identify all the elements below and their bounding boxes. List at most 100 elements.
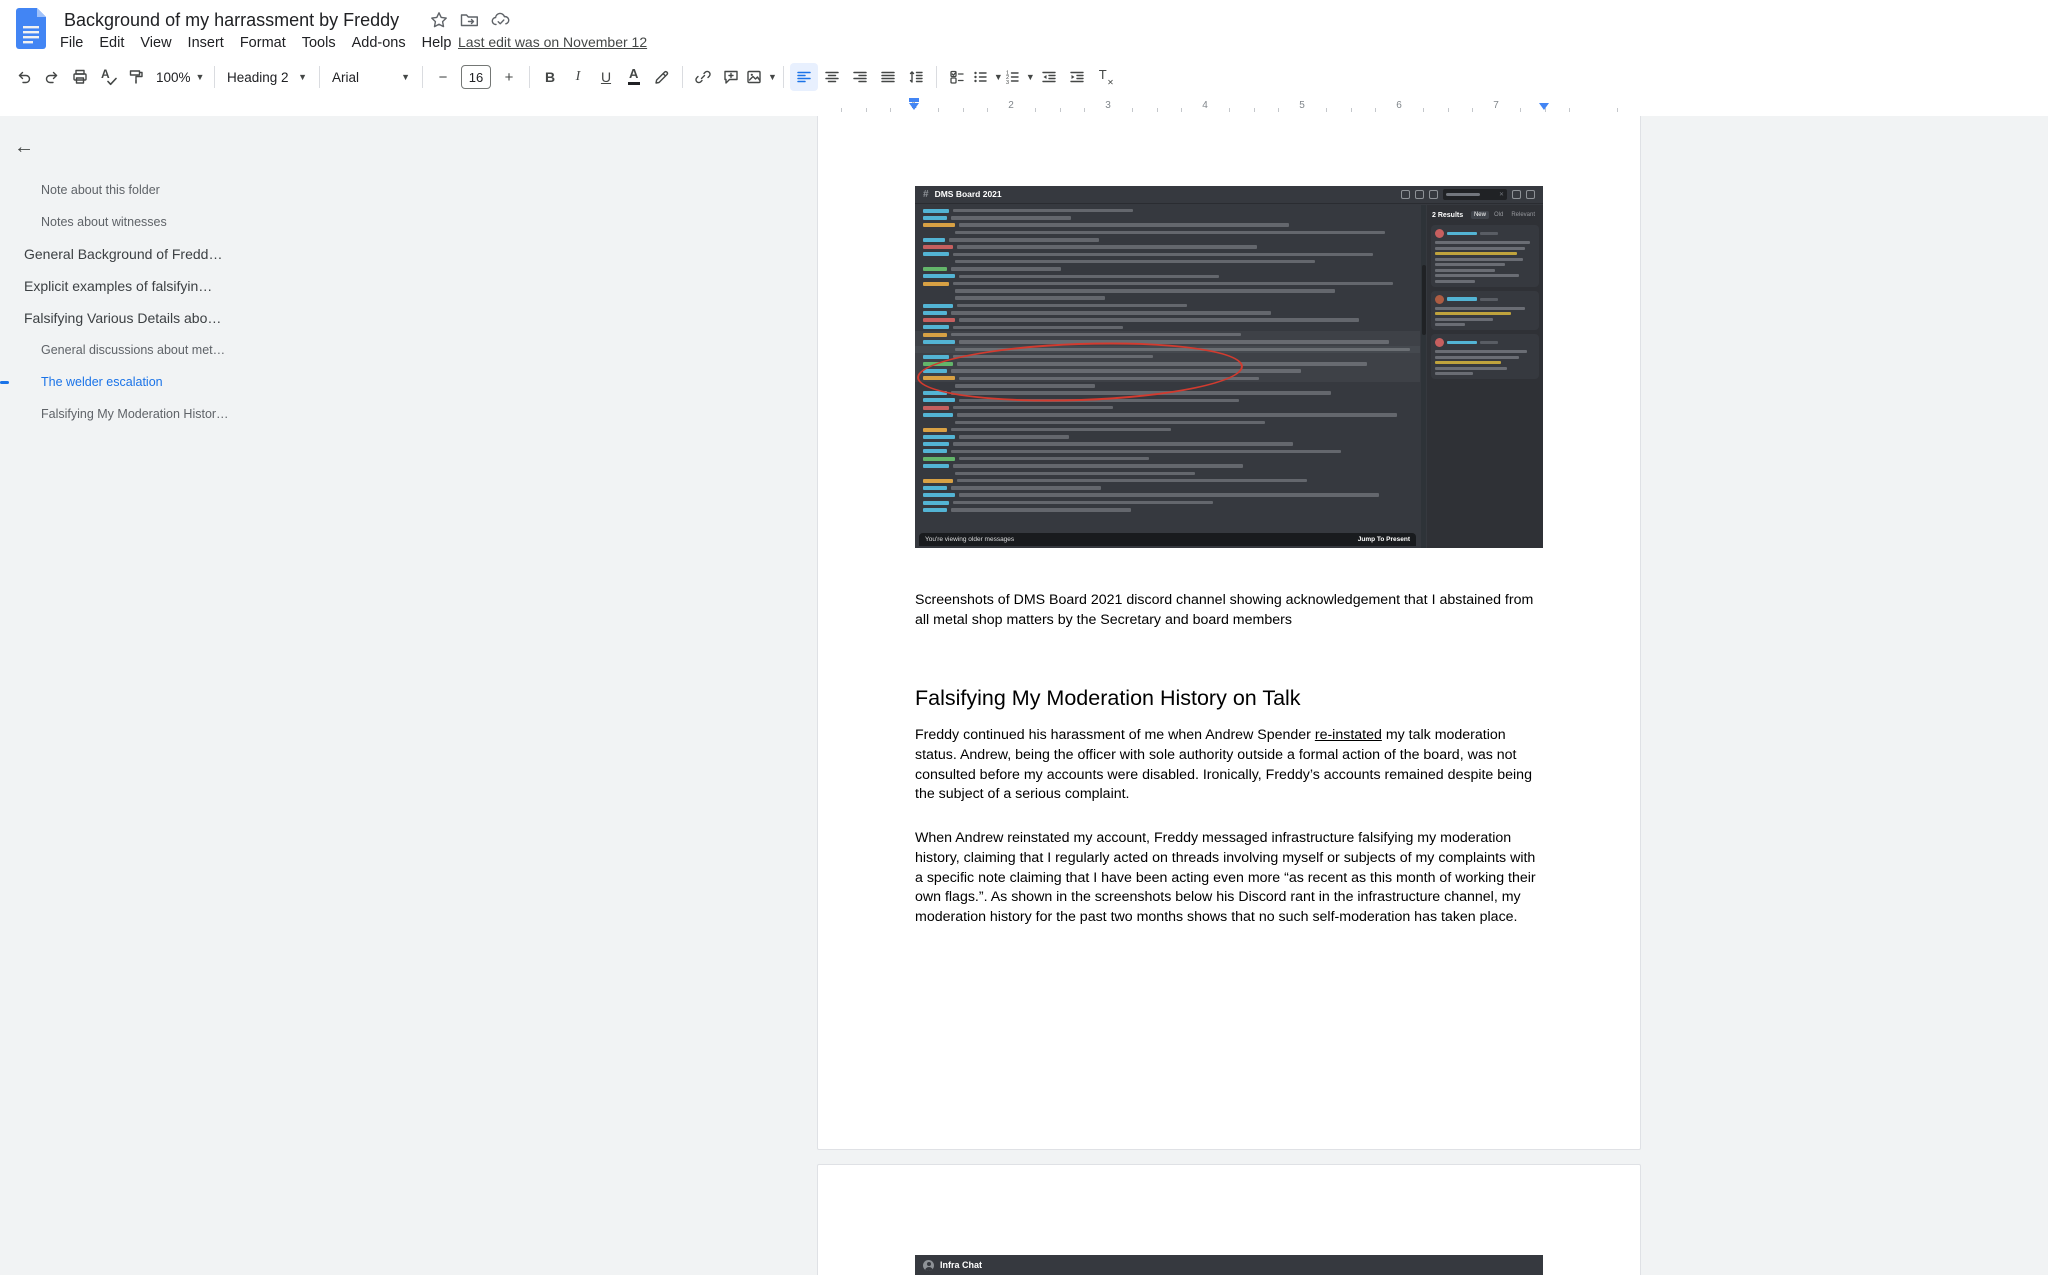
star-icon[interactable]: [430, 11, 448, 29]
discord-message-row: [915, 462, 1420, 469]
print-button[interactable]: [66, 63, 94, 91]
left-indent-marker[interactable]: [909, 103, 919, 110]
checklist-icon: [948, 68, 966, 86]
insert-image-button[interactable]: ▼: [745, 63, 777, 91]
outline-item[interactable]: Note about this folder: [0, 174, 420, 206]
message-text-bar: [953, 442, 1293, 446]
message-text-bar: [959, 223, 1289, 227]
outline-item[interactable]: Notes about witnesses: [0, 206, 420, 238]
decrease-indent-icon: [1040, 68, 1058, 86]
ruler-tick: [1035, 108, 1036, 112]
username-bar: [923, 333, 947, 337]
discord-message-row: [915, 470, 1420, 477]
increase-indent-button[interactable]: [1063, 63, 1091, 91]
outline-item[interactable]: Falsifying Various Details abo…: [0, 302, 420, 334]
italic-button[interactable]: I: [564, 63, 592, 91]
redo-button[interactable]: [38, 63, 66, 91]
menu-tools[interactable]: Tools: [294, 33, 344, 53]
paint-format-icon: [127, 68, 145, 86]
outline-item[interactable]: Falsifying My Moderation Histor…: [0, 398, 420, 430]
menu-format[interactable]: Format: [232, 33, 294, 53]
align-right-button[interactable]: [846, 63, 874, 91]
avatar: [1435, 295, 1444, 304]
add-comment-button[interactable]: [717, 63, 745, 91]
message-text-bar: [951, 486, 1101, 490]
menu-help[interactable]: Help: [414, 33, 460, 53]
text-color-button[interactable]: A: [620, 63, 648, 91]
line-spacing-icon: [907, 68, 925, 86]
bulleted-list-button[interactable]: ▼: [971, 63, 1003, 91]
italic-icon: I: [576, 69, 581, 85]
message-text-bar: [959, 340, 1389, 344]
outline-item[interactable]: General discussions about met…: [0, 334, 420, 366]
discord-screenshot-image[interactable]: # DMS Board 2021 ✕: [915, 186, 1543, 548]
first-line-indent-marker[interactable]: [909, 98, 919, 102]
body-paragraph[interactable]: Freddy continued his harassment of me wh…: [915, 726, 1543, 805]
ruler-tick: [1351, 108, 1352, 112]
discord-chat-area: You're viewing older messages Jump To Pr…: [915, 205, 1420, 548]
increase-font-size-button[interactable]: +: [495, 63, 523, 91]
align-center-button[interactable]: [818, 63, 846, 91]
right-indent-marker[interactable]: [1539, 103, 1549, 110]
body-paragraph[interactable]: When Andrew reinstated my account, Fredd…: [915, 829, 1543, 928]
zoom-select[interactable]: 100%▼: [150, 63, 208, 91]
decrease-font-size-button[interactable]: −: [429, 63, 457, 91]
line-spacing-button[interactable]: [902, 63, 930, 91]
paint-format-button[interactable]: [122, 63, 150, 91]
decrease-indent-button[interactable]: [1035, 63, 1063, 91]
align-left-button[interactable]: [790, 63, 818, 91]
document-page-2[interactable]: Infra Chat: [817, 1164, 1641, 1275]
checklist-button[interactable]: [943, 63, 971, 91]
message-text-bar: [1435, 274, 1519, 277]
close-icon: ✕: [1499, 192, 1504, 198]
document-page-1[interactable]: # DMS Board 2021 ✕: [817, 116, 1641, 1150]
font-size-input[interactable]: 16: [461, 65, 491, 89]
highlight-color-button[interactable]: [648, 63, 676, 91]
underline-button[interactable]: U: [592, 63, 620, 91]
infra-chat-screenshot-image[interactable]: Infra Chat: [915, 1255, 1543, 1275]
toolbar-divider: [214, 66, 215, 88]
last-edit-link[interactable]: Last edit was on November 12: [458, 34, 647, 50]
discord-message-row: [915, 324, 1420, 331]
outline-item[interactable]: Explicit examples of falsifyin…: [0, 270, 420, 302]
cloud-saved-icon[interactable]: [491, 11, 511, 29]
image-caption[interactable]: Screenshots of DMS Board 2021 discord ch…: [915, 591, 1543, 631]
ruler-tick: [938, 108, 939, 112]
clear-formatting-button[interactable]: T✕: [1091, 63, 1119, 91]
outline-item[interactable]: General Background of Fredd…: [0, 238, 420, 270]
menu-view[interactable]: View: [132, 33, 179, 53]
menu-edit[interactable]: Edit: [91, 33, 132, 53]
spellcheck-button[interactable]: A: [94, 63, 122, 91]
message-text-bar: [957, 413, 1397, 417]
document-title[interactable]: Background of my harrassment by Freddy: [64, 10, 399, 31]
discord-message-row: [915, 477, 1420, 484]
discord-message-row: [915, 484, 1420, 491]
message-text-bar: [955, 421, 1265, 425]
username-bar: [923, 318, 955, 322]
paragraph-style-select[interactable]: Heading 2▼: [221, 63, 313, 91]
justify-button[interactable]: [874, 63, 902, 91]
docs-logo-icon[interactable]: [16, 8, 46, 54]
font-family-select[interactable]: Arial▼: [326, 63, 416, 91]
discord-search-cards: [1431, 225, 1539, 379]
move-folder-icon[interactable]: [460, 11, 479, 29]
numbered-list-button[interactable]: 123 ▼: [1003, 63, 1035, 91]
underlined-text: re-instated: [1315, 727, 1382, 743]
outline-item[interactable]: The welder escalation: [0, 366, 420, 398]
menu-file[interactable]: File: [52, 33, 91, 53]
message-text-bar: [951, 267, 1061, 271]
infra-chat-header: Infra Chat: [915, 1255, 1543, 1275]
older-messages-text: You're viewing older messages: [925, 536, 1014, 543]
justify-icon: [879, 68, 897, 86]
menu-addons[interactable]: Add-ons: [344, 33, 414, 53]
close-outline-button[interactable]: ←: [14, 136, 34, 159]
bold-button[interactable]: B: [536, 63, 564, 91]
discord-message-row: [915, 419, 1420, 426]
undo-button[interactable]: [10, 63, 38, 91]
message-text-bar: [955, 260, 1315, 264]
section-heading[interactable]: Falsifying My Moderation History on Talk: [915, 686, 1543, 711]
discord-message-row: [915, 499, 1420, 506]
insert-link-button[interactable]: [689, 63, 717, 91]
search-tab-old: Old: [1491, 211, 1506, 219]
menu-insert[interactable]: Insert: [180, 33, 232, 53]
